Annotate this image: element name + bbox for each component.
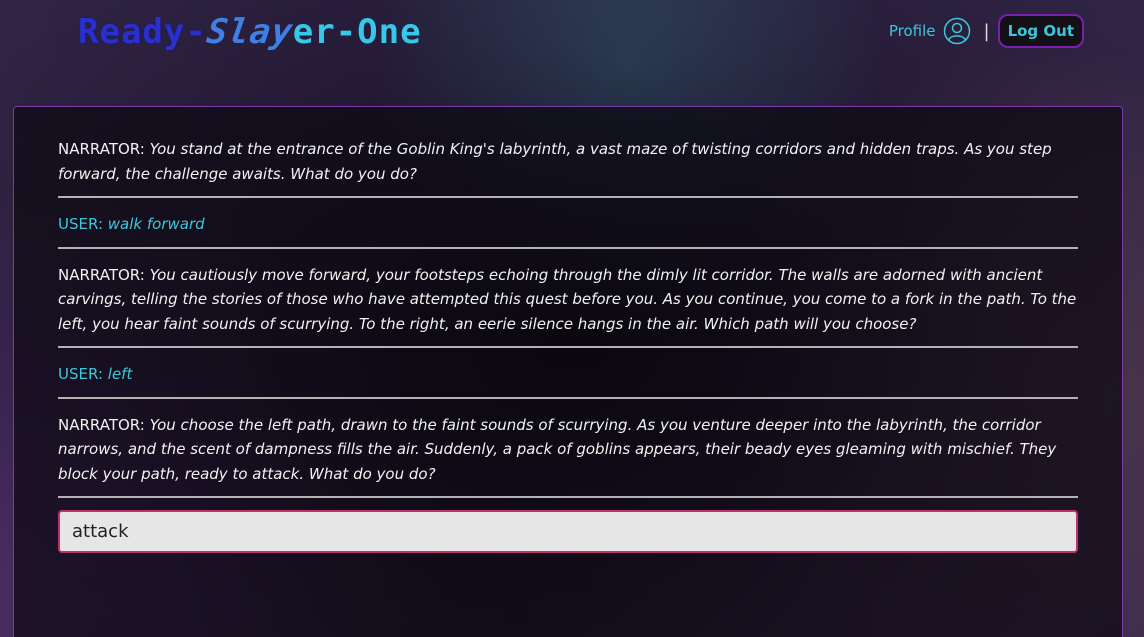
speaker-label: NARRATOR: [58, 415, 145, 434]
profile-link[interactable]: Profile [889, 22, 936, 40]
top-nav: Profile | Log Out [889, 14, 1084, 48]
logo-part-3: er-One [292, 12, 422, 52]
user-message: USER: walk forward [58, 212, 1078, 249]
user-message: USER: left [58, 362, 1078, 399]
user-avatar-icon[interactable] [943, 17, 971, 45]
speaker-label: NARRATOR: [58, 140, 145, 158]
narrator-message: NARRATOR: You choose the left path, draw… [58, 413, 1078, 498]
chat-log: NARRATOR: You stand at the entrance of t… [58, 137, 1078, 512]
message-text: walk forward [107, 215, 205, 233]
narrator-message: NARRATOR: You cautiously move forward, y… [58, 263, 1078, 348]
speaker-label: USER: [58, 365, 103, 383]
site-logo[interactable]: Ready-Slayer-One [78, 12, 422, 52]
speaker-label: NARRATOR: [58, 265, 145, 284]
logo-part-2: Slay [204, 12, 296, 52]
logout-button[interactable]: Log Out [997, 14, 1084, 48]
chat-panel: NARRATOR: You stand at the entrance of t… [13, 106, 1123, 637]
nav-separator: | [983, 20, 990, 42]
message-text: left [107, 365, 133, 383]
header: Ready-Slayer-One Profile | Log Out [0, 0, 1144, 80]
narrator-message: NARRATOR: You stand at the entrance of t… [58, 137, 1078, 198]
message-text: You stand at the entrance of the Goblin … [58, 140, 1052, 183]
message-text: You cautiously move forward, your footst… [58, 265, 1077, 333]
logo-part-1: Ready- [78, 12, 207, 52]
speaker-label: USER: [58, 215, 103, 233]
command-input[interactable] [58, 510, 1078, 553]
message-text: You choose the left path, drawn to the f… [58, 415, 1057, 483]
